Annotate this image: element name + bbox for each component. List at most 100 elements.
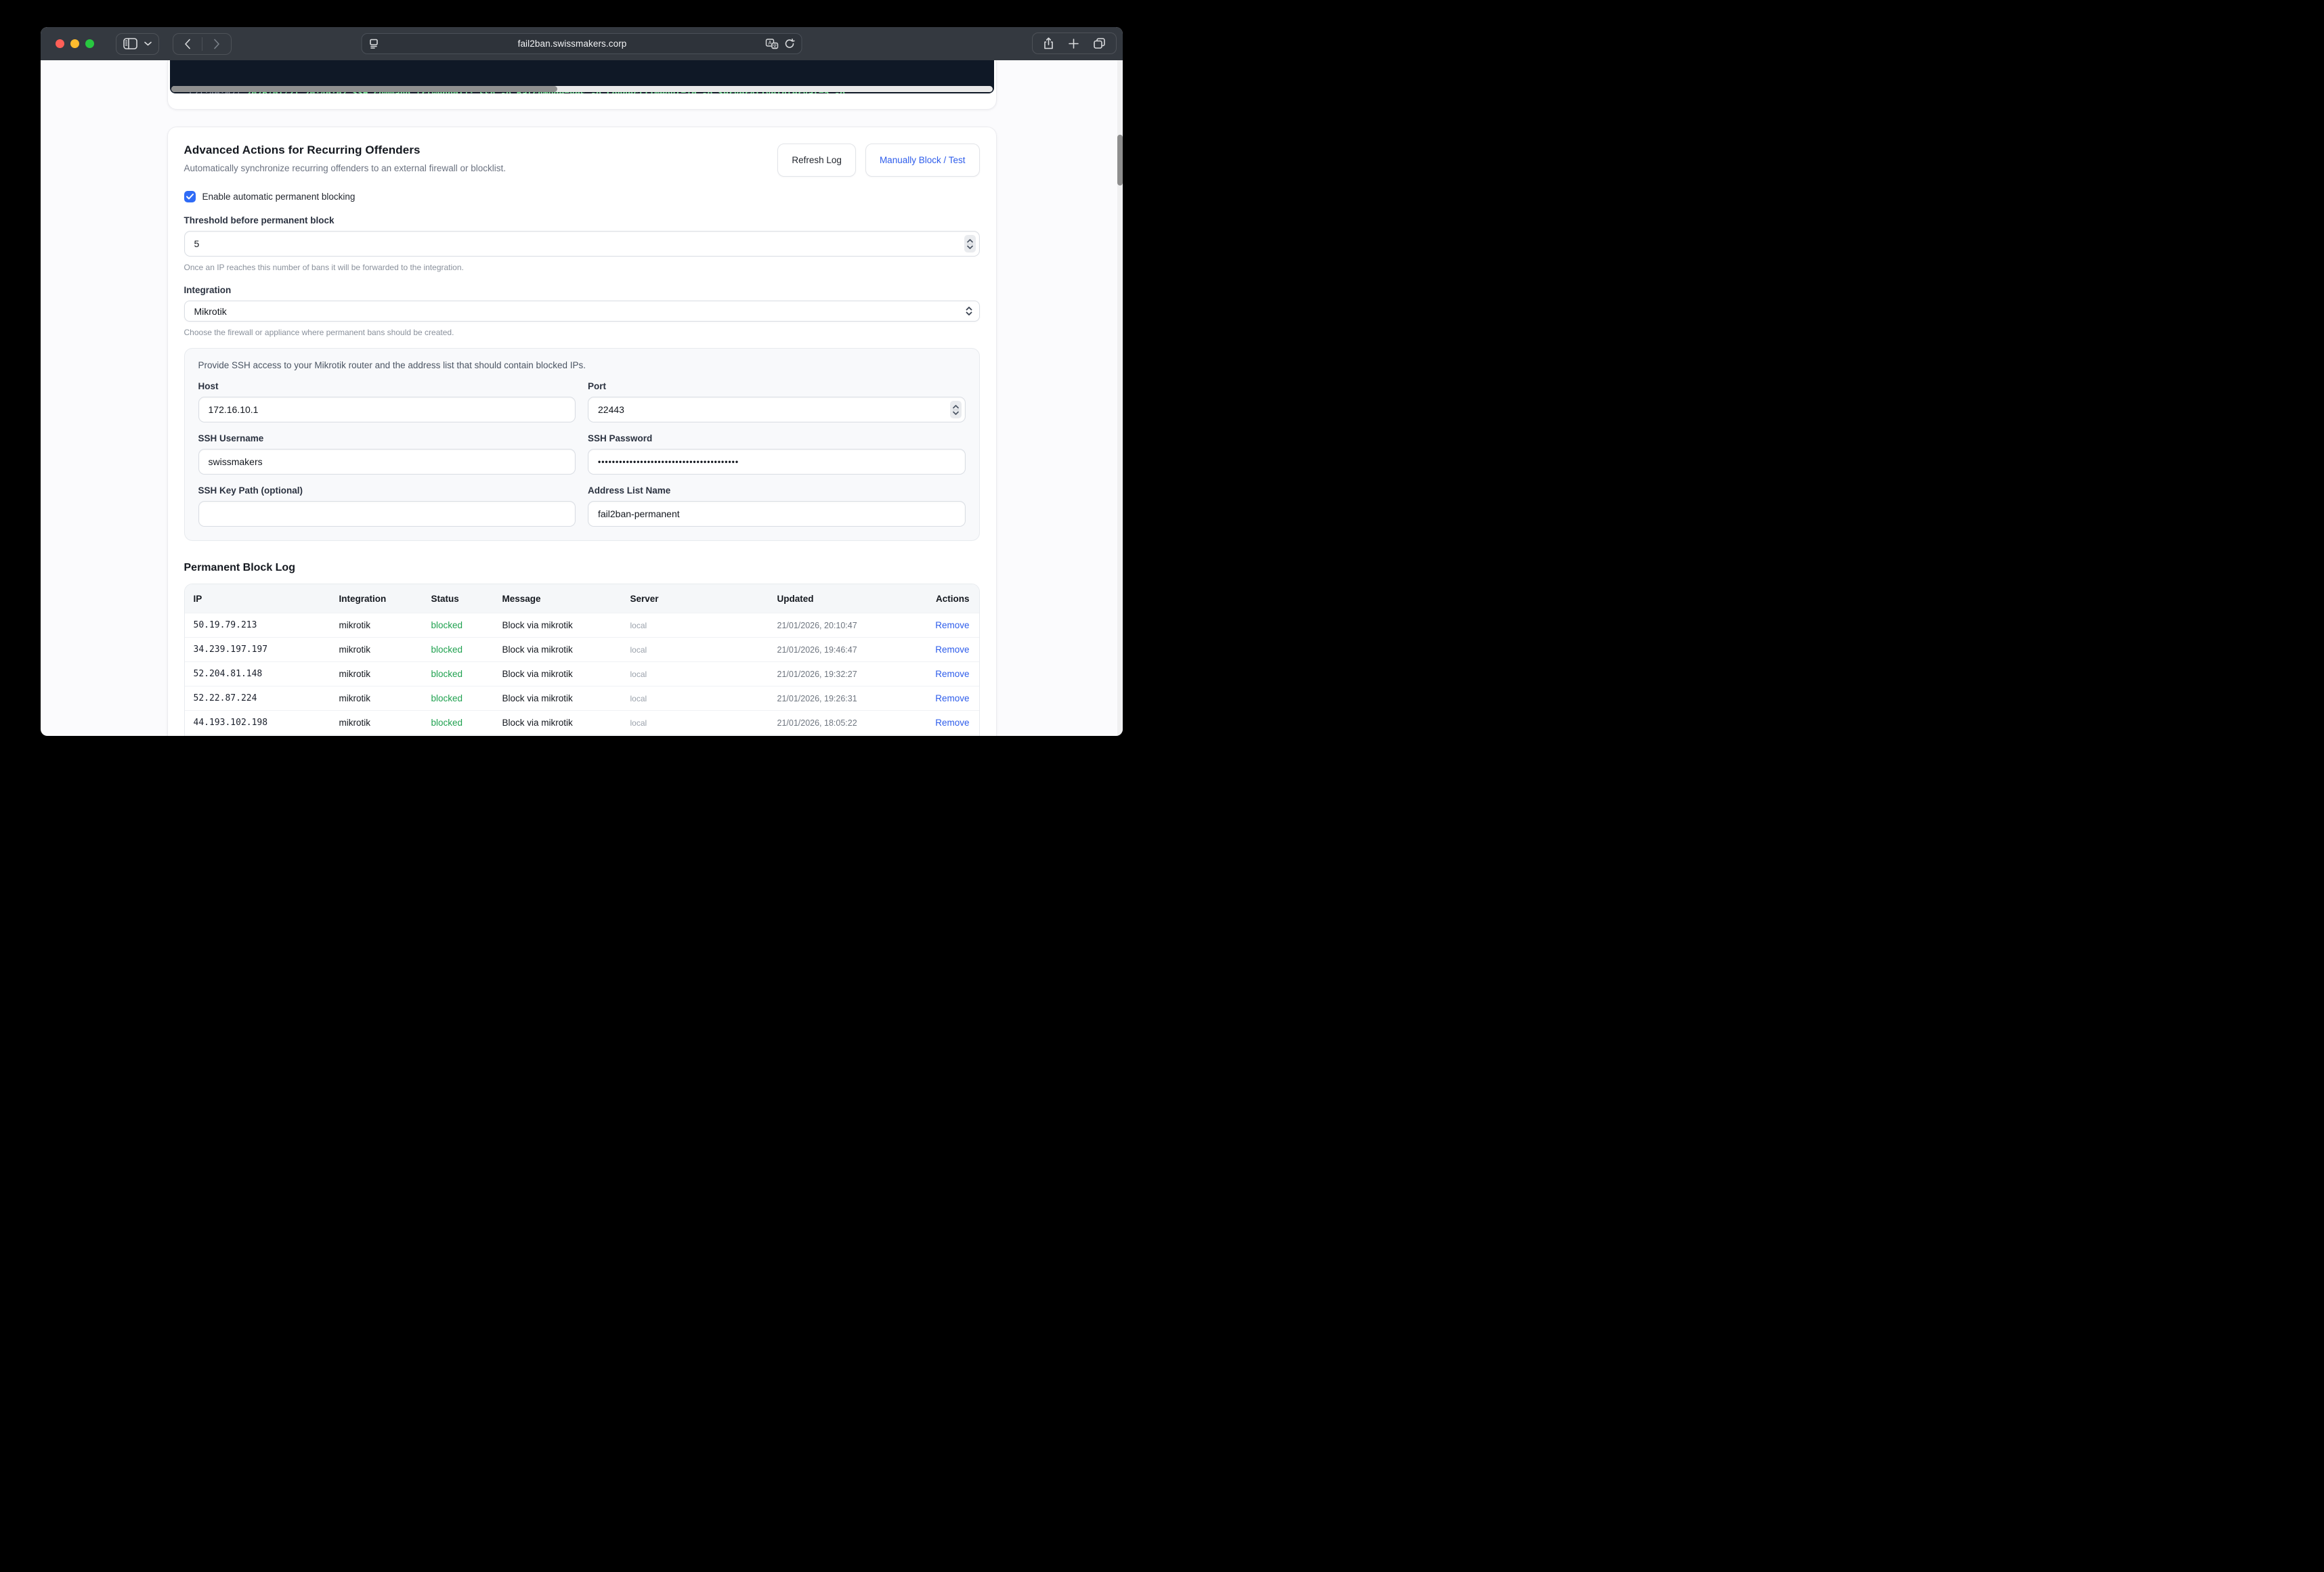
terminal-hscrollbar-track[interactable] [171, 86, 993, 92]
port-input[interactable] [588, 397, 966, 422]
table-row: 50.19.79.213mikrotikblockedBlock via mik… [185, 613, 979, 637]
column-header-status: Status [431, 594, 502, 604]
browser-window: fail2ban.swissmakers.corp A 文 [41, 27, 1123, 736]
row-status: blocked [431, 669, 502, 679]
close-window-button[interactable] [56, 39, 64, 48]
section-subtitle: Automatically synchronize recurring offe… [184, 163, 778, 173]
terminal-hscrollbar-thumb[interactable] [171, 86, 557, 92]
table-row: 44.193.102.198mikrotikblockedBlock via m… [185, 710, 979, 735]
table-row: 34.239.197.197mikrotikblockedBlock via m… [185, 637, 979, 661]
table-row: 34.225.243.131mikrotikblockedBlock via m… [185, 735, 979, 736]
integration-label: Integration [184, 285, 980, 295]
integration-select[interactable]: Mikrotik [184, 301, 980, 322]
row-server: local [630, 670, 777, 679]
row-updated: 21/01/2026, 20:10:47 [777, 621, 905, 630]
row-message: Block via mikrotik [502, 718, 630, 728]
sidebar-toggle-group [116, 33, 159, 55]
row-message: Block via mikrotik [502, 620, 630, 630]
row-server: local [630, 694, 777, 703]
row-ip: 52.204.81.148 [194, 669, 339, 679]
history-nav-group [173, 33, 232, 55]
remove-link[interactable]: Remove [935, 620, 969, 630]
row-actions: Remove [905, 645, 970, 655]
remove-link[interactable]: Remove [935, 718, 969, 728]
url-text[interactable]: fail2ban.swissmakers.corp [379, 39, 766, 49]
reload-icon[interactable] [785, 39, 795, 49]
page-vscrollbar-track[interactable] [1117, 60, 1123, 736]
share-icon[interactable] [1043, 37, 1054, 49]
remove-link[interactable]: Remove [935, 669, 969, 679]
table-row: 52.22.87.224mikrotikblockedBlock via mik… [185, 686, 979, 710]
translate-icon[interactable]: A 文 [766, 39, 779, 49]
ssh-username-input[interactable] [198, 449, 576, 475]
column-header-ip: IP [194, 594, 339, 604]
new-tab-icon[interactable] [1069, 39, 1079, 49]
row-actions: Remove [905, 693, 970, 703]
row-status: blocked [431, 718, 502, 728]
page-vscrollbar-thumb[interactable] [1117, 135, 1123, 185]
ssh-password-input[interactable] [588, 449, 966, 475]
ssh-log-terminal[interactable]: [21:40:02] 2026/01/21 20:40:02 SSH comma… [170, 60, 994, 93]
toolbar-right-group [1032, 32, 1117, 54]
ssh-key-path-input[interactable] [198, 501, 576, 527]
column-header-message: Message [502, 594, 630, 604]
table-row: 52.204.81.148mikrotikblockedBlock via mi… [185, 661, 979, 686]
enable-permanent-blocking-label[interactable]: Enable automatic permanent blocking [202, 192, 356, 202]
forward-button[interactable] [202, 33, 231, 55]
row-integration: mikrotik [339, 718, 431, 728]
column-header-updated: Updated [777, 594, 905, 604]
row-server: local [630, 718, 777, 728]
column-header-integration: Integration [339, 594, 431, 604]
block-log-title: Permanent Block Log [184, 562, 980, 574]
chevron-down-icon[interactable] [144, 41, 152, 46]
row-integration: mikrotik [339, 645, 431, 655]
reader-page-icon[interactable] [369, 39, 379, 49]
row-message: Block via mikrotik [502, 669, 630, 679]
svg-text:文: 文 [773, 43, 777, 49]
row-ip: 50.19.79.213 [194, 620, 339, 630]
browser-titlebar: fail2ban.swissmakers.corp A 文 [41, 27, 1123, 60]
row-message: Block via mikrotik [502, 645, 630, 655]
row-integration: mikrotik [339, 620, 431, 630]
row-actions: Remove [905, 620, 970, 630]
integration-help-text: Choose the firewall or appliance where p… [184, 328, 980, 337]
refresh-log-button[interactable]: Refresh Log [777, 144, 856, 177]
threshold-stepper[interactable] [964, 235, 976, 253]
back-button[interactable] [173, 33, 202, 55]
remove-link[interactable]: Remove [935, 693, 969, 703]
row-updated: 21/01/2026, 19:32:27 [777, 670, 905, 679]
column-header-server: Server [630, 594, 777, 604]
ssh-username-label: SSH Username [198, 433, 576, 443]
threshold-input[interactable] [184, 231, 980, 257]
minimize-window-button[interactable] [70, 39, 79, 48]
row-integration: mikrotik [339, 669, 431, 679]
manually-block-test-button[interactable]: Manually Block / Test [865, 144, 980, 177]
port-stepper[interactable] [950, 401, 962, 418]
remove-link[interactable]: Remove [935, 645, 969, 655]
enable-permanent-blocking-checkbox[interactable] [184, 191, 196, 202]
row-server: local [630, 645, 777, 655]
section-title: Advanced Actions for Recurring Offenders [184, 144, 778, 157]
row-updated: 21/01/2026, 18:05:22 [777, 718, 905, 728]
tab-overview-icon[interactable] [1094, 38, 1105, 49]
select-chevrons-icon [966, 307, 972, 315]
threshold-help-text: Once an IP reaches this number of bans i… [184, 263, 980, 272]
port-label: Port [588, 381, 966, 391]
row-ip: 34.239.197.197 [194, 645, 339, 655]
traffic-lights [56, 39, 94, 48]
row-ip: 52.22.87.224 [194, 693, 339, 703]
row-status: blocked [431, 645, 502, 655]
address-list-name-input[interactable] [588, 501, 966, 527]
host-input[interactable] [198, 397, 576, 422]
sidebar-icon[interactable] [123, 38, 137, 49]
row-actions: Remove [905, 669, 970, 679]
address-bar[interactable]: fail2ban.swissmakers.corp A 文 [362, 33, 802, 54]
mikrotik-ssh-panel: Provide SSH access to your Mikrotik rout… [184, 348, 980, 541]
zoom-window-button[interactable] [85, 39, 94, 48]
log-card: [21:40:02] 2026/01/21 20:40:02 SSH comma… [167, 60, 997, 110]
row-integration: mikrotik [339, 693, 431, 703]
ssh-password-label: SSH Password [588, 433, 966, 443]
row-status: blocked [431, 620, 502, 630]
row-updated: 21/01/2026, 19:26:31 [777, 694, 905, 703]
row-status: blocked [431, 693, 502, 703]
